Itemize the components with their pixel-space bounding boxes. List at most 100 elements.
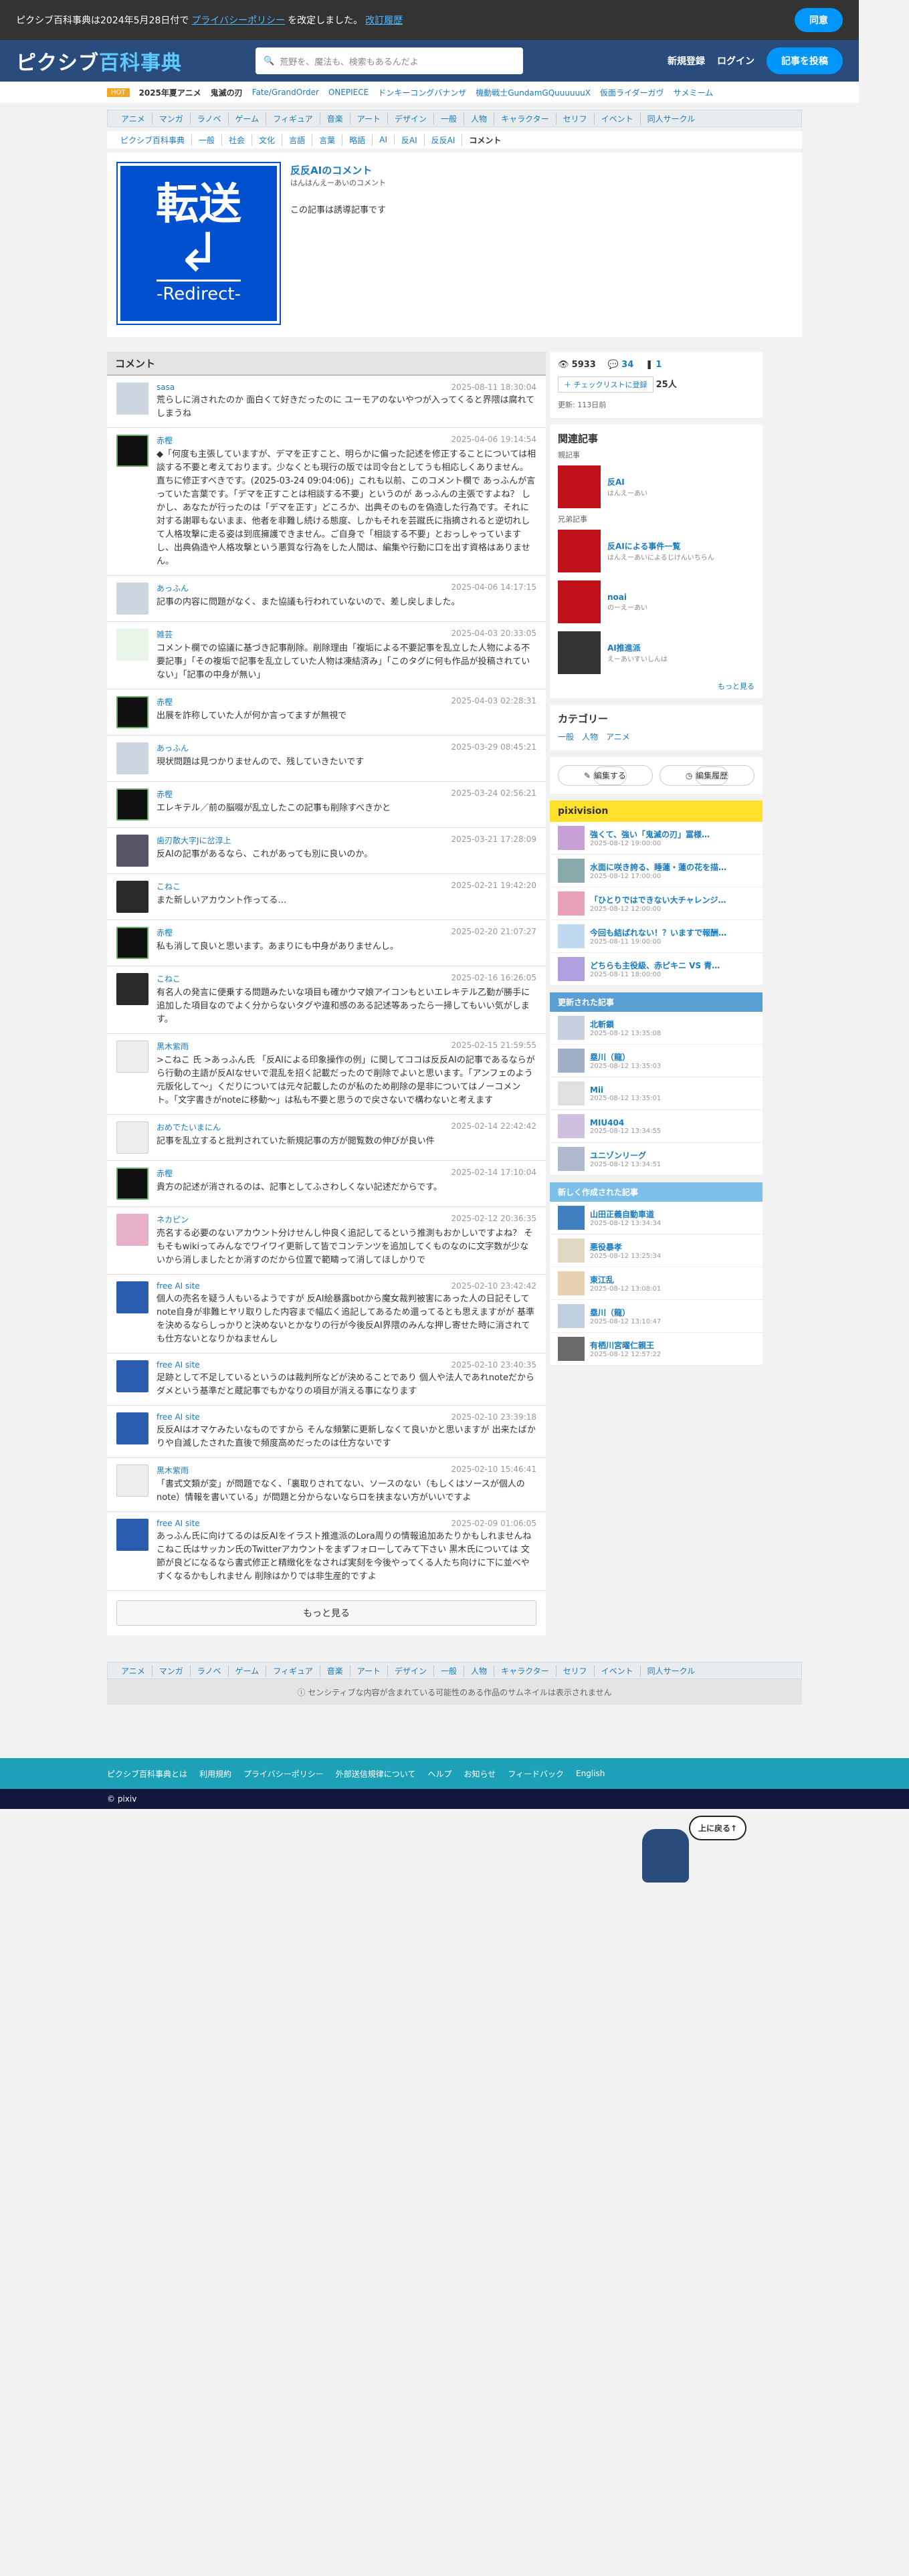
category-item[interactable]: 音楽 — [320, 1665, 350, 1677]
comment-author[interactable]: 赤樫 — [157, 927, 173, 938]
category-item[interactable]: デザイン — [388, 1665, 435, 1677]
avatar[interactable] — [116, 927, 148, 959]
category-item[interactable]: 同人サークル — [641, 1665, 702, 1677]
breadcrumb-item[interactable]: 言語 — [282, 134, 313, 146]
breadcrumb-item[interactable]: 一般 — [192, 134, 223, 146]
footer-link[interactable]: English — [576, 1769, 605, 1778]
footer-link[interactable]: ヘルプ — [427, 1768, 451, 1780]
related-item[interactable]: AI推進派 えーあいすいしんは — [550, 627, 763, 678]
avatar[interactable] — [116, 742, 148, 774]
comment-author[interactable]: 雑芸 — [157, 629, 173, 640]
avatar[interactable] — [116, 835, 148, 867]
category-links[interactable]: 一般 人物 アニメ — [550, 728, 763, 750]
sidebar-list-item[interactable]: 山田正義自動車道 2025-08-12 13:34:34 — [550, 1202, 763, 1235]
sidebar-list-item[interactable]: 北斬鎖 2025-08-12 13:35:08 — [550, 1012, 763, 1045]
avatar[interactable] — [116, 1281, 148, 1313]
privacy-policy-link[interactable]: プライバシーポリシー — [191, 13, 285, 27]
category-item[interactable]: セリフ — [557, 1665, 595, 1677]
avatar[interactable] — [116, 1168, 148, 1200]
breadcrumb-item[interactable]: 反AI — [395, 134, 425, 146]
trend-item[interactable]: 鬼滅の刃 — [211, 87, 243, 98]
comment-author[interactable]: こねこ — [157, 881, 181, 892]
avatar[interactable] — [116, 1041, 148, 1073]
breadcrumb-item[interactable]: AI — [373, 135, 395, 144]
related-item[interactable]: 反AI はんえーあい — [550, 461, 763, 512]
site-logo[interactable]: ピクシブ 百科事典 — [16, 46, 182, 76]
category-item[interactable]: キャラクター — [494, 1665, 557, 1677]
comment-author[interactable]: sasa — [157, 383, 175, 392]
avatar[interactable] — [116, 788, 148, 821]
agree-button[interactable]: 同意 — [795, 8, 843, 32]
avatar[interactable] — [116, 1465, 148, 1497]
footer-link[interactable]: フィードバック — [508, 1768, 564, 1780]
avatar[interactable] — [116, 881, 148, 913]
avatar[interactable] — [116, 435, 148, 467]
sidebar-list-item[interactable]: 強くて、強い「鬼滅の刃」冨様… 2025-08-12 19:00:00 — [550, 822, 763, 855]
avatar[interactable] — [116, 1121, 148, 1154]
pictures-stat[interactable]: ❚ 1 — [645, 360, 662, 370]
signup-link[interactable]: 新規登録 — [668, 54, 705, 68]
related-item[interactable]: 反AIによる事件一覧 はんえーあいによるじけんいちらん — [550, 526, 763, 576]
more-comments-button[interactable]: もっと見る — [116, 1600, 536, 1626]
category-item[interactable]: イベント — [595, 112, 641, 124]
comment-author[interactable]: free AI site — [157, 1519, 200, 1528]
trend-item[interactable]: 2025年夏アニメ — [139, 87, 201, 98]
history-button[interactable]: ◷ 編集履歴 — [660, 765, 754, 786]
footer-link[interactable]: 利用規約 — [199, 1768, 231, 1780]
avatar[interactable] — [116, 1412, 148, 1444]
category-item[interactable]: アニメ — [114, 1665, 153, 1677]
avatar[interactable] — [116, 696, 148, 728]
category-item[interactable]: フィギュア — [266, 112, 320, 124]
category-item[interactable]: アニメ — [114, 112, 153, 124]
breadcrumb-item[interactable]: 略語 — [342, 134, 373, 146]
trend-item[interactable]: Fate/GrandOrder — [252, 88, 319, 97]
comment-author[interactable]: おめでたいまにん — [157, 1121, 221, 1133]
comment-author[interactable]: 赤樫 — [157, 696, 173, 708]
footer-link[interactable]: ピクシブ百科事典とは — [107, 1768, 187, 1780]
sidebar-list-item[interactable]: 東江乱 2025-08-12 13:08:01 — [550, 1267, 763, 1300]
trend-item[interactable]: ドンキーコングバナンザ — [378, 87, 466, 98]
category-item[interactable]: ゲーム — [229, 112, 267, 124]
category-item[interactable]: イベント — [595, 1665, 641, 1677]
sidebar-list-item[interactable]: 塁川（龍） 2025-08-12 13:35:03 — [550, 1045, 763, 1077]
avatar[interactable] — [116, 582, 148, 615]
category-item[interactable]: マンガ — [153, 112, 191, 124]
category-item[interactable]: ゲーム — [229, 1665, 267, 1677]
category-item[interactable]: デザイン — [388, 112, 435, 124]
comment-author[interactable]: あっふん — [157, 582, 189, 594]
breadcrumb-item[interactable]: 言葉 — [312, 134, 343, 146]
category-item[interactable]: 一般 — [434, 112, 465, 124]
breadcrumb-item[interactable]: ピクシブ百科事典 — [114, 134, 193, 146]
sidebar-list-item[interactable]: 塁川（龍） 2025-08-12 13:10:47 — [550, 1300, 763, 1333]
trend-item[interactable]: ONEPIECE — [328, 88, 369, 97]
comment-author[interactable]: free AI site — [157, 1412, 200, 1422]
comment-author[interactable]: 黒木紫雨 — [157, 1465, 189, 1476]
avatar[interactable] — [116, 1214, 148, 1246]
sidebar-list-item[interactable]: Mii 2025-08-12 13:35:01 — [550, 1077, 763, 1110]
sidebar-list-item[interactable]: 今回も結ばれない！？いますで報酬… 2025-08-11 19:00:00 — [550, 920, 763, 953]
comment-author[interactable]: ネカピン — [157, 1214, 189, 1225]
edit-button[interactable]: ✎ 編集する — [558, 765, 653, 786]
category-item[interactable]: アート — [350, 112, 389, 124]
avatar[interactable] — [116, 1360, 148, 1392]
trend-item[interactable]: 仮面ライダーガヴ — [600, 87, 664, 98]
breadcrumb-item[interactable]: 文化 — [252, 134, 283, 146]
login-link[interactable]: ログイン — [717, 54, 754, 68]
avatar[interactable] — [116, 383, 148, 415]
footer-link[interactable]: プライバシーポリシー — [243, 1768, 324, 1780]
category-item[interactable]: 同人サークル — [641, 113, 702, 124]
comment-author[interactable]: 歯刃散大字Jに岔淳上 — [157, 835, 231, 846]
sidebar-list-item[interactable]: どちらも主役級、赤ピキニ VS 青… 2025-08-11 18:00:00 — [550, 953, 763, 986]
sidebar-list-item[interactable]: 「ひとりではできない大チャレンジ… 2025-08-12 12:00:00 — [550, 887, 763, 920]
comment-author[interactable]: 赤樫 — [157, 788, 173, 800]
comments-stat[interactable]: 💬 34 — [608, 360, 633, 370]
comment-author[interactable]: 黒木紫雨 — [157, 1041, 189, 1052]
breadcrumb-item[interactable]: 社会 — [222, 134, 253, 146]
trend-item[interactable]: 機動戦士GundamGQuuuuuuX — [476, 87, 591, 98]
comment-author[interactable]: こねこ — [157, 973, 181, 984]
sidebar-list-item[interactable]: 水面に咲き誇る、睡蓮・蓮の花を描… 2025-08-12 17:00:00 — [550, 855, 763, 887]
avatar[interactable] — [116, 629, 148, 661]
category-item[interactable]: アート — [350, 1665, 389, 1677]
category-item[interactable]: 音楽 — [320, 112, 350, 124]
category-item[interactable]: マンガ — [153, 1665, 191, 1677]
